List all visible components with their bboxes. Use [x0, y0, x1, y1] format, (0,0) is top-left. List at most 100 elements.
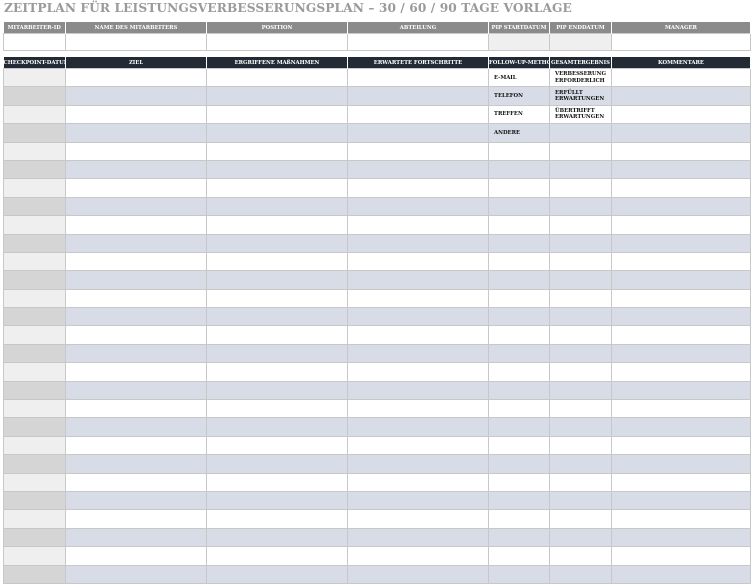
overall-result-cell[interactable] [549, 343, 612, 364]
comments-cell[interactable] [611, 215, 751, 235]
overall-result-cell[interactable] [549, 399, 612, 419]
overall-result-cell[interactable] [549, 288, 612, 309]
overall-result-cell[interactable] [549, 362, 612, 382]
comments-cell[interactable] [611, 399, 751, 419]
department-cell[interactable] [347, 33, 489, 51]
follow-up-method-cell[interactable] [488, 343, 550, 364]
comments-cell[interactable] [611, 67, 751, 88]
follow-up-method-cell[interactable] [488, 178, 550, 198]
follow-up-method-cell[interactable] [488, 141, 550, 161]
comments-cell[interactable] [611, 435, 751, 456]
expected-progress-cell[interactable] [347, 196, 489, 217]
checkpoint-date-cell[interactable] [3, 490, 66, 511]
expected-progress-cell[interactable] [347, 527, 489, 548]
checkpoint-date-cell[interactable] [3, 527, 66, 548]
follow-up-method-cell[interactable] [488, 380, 550, 401]
expected-progress-cell[interactable] [347, 509, 489, 529]
overall-result-cell[interactable] [549, 435, 612, 456]
checkpoint-date-cell[interactable] [3, 564, 66, 584]
overall-result-cell[interactable] [549, 472, 612, 492]
actions-taken-cell[interactable] [206, 454, 348, 474]
expected-progress-cell[interactable] [347, 159, 489, 180]
pip-end-cell[interactable] [549, 33, 612, 51]
checkpoint-date-cell[interactable] [3, 362, 66, 382]
actions-taken-cell[interactable] [206, 564, 348, 584]
checkpoint-date-cell[interactable] [3, 546, 66, 566]
expected-progress-cell[interactable] [347, 251, 489, 272]
actions-taken-cell[interactable] [206, 325, 348, 345]
expected-progress-cell[interactable] [347, 215, 489, 235]
checkpoint-date-cell[interactable] [3, 178, 66, 198]
checkpoint-date-cell[interactable] [3, 215, 66, 235]
expected-progress-cell[interactable] [347, 546, 489, 566]
overall-result-cell[interactable] [549, 454, 612, 474]
goal-cell[interactable] [65, 509, 207, 529]
goal-cell[interactable] [65, 270, 207, 290]
expected-progress-cell[interactable] [347, 454, 489, 474]
actions-taken-cell[interactable] [206, 233, 348, 253]
position-cell[interactable] [206, 33, 348, 51]
expected-progress-cell[interactable] [347, 417, 489, 437]
comments-cell[interactable] [611, 123, 751, 143]
goal-cell[interactable] [65, 196, 207, 217]
employee-name-cell[interactable] [65, 33, 207, 51]
follow-up-method-cell[interactable] [488, 417, 550, 437]
follow-up-method-cell[interactable] [488, 215, 550, 235]
goal-cell[interactable] [65, 251, 207, 272]
checkpoint-date-cell[interactable] [3, 270, 66, 290]
goal-cell[interactable] [65, 159, 207, 180]
follow-up-method-cell[interactable] [488, 564, 550, 584]
expected-progress-cell[interactable] [347, 307, 489, 327]
actions-taken-cell[interactable] [206, 380, 348, 401]
actions-taken-cell[interactable] [206, 527, 348, 548]
overall-result-cell[interactable]: VERBESSERUNG ERFORDERLICH [549, 67, 612, 88]
follow-up-method-cell[interactable]: E-MAIL [488, 67, 550, 88]
checkpoint-date-cell[interactable] [3, 399, 66, 419]
manager-cell[interactable] [611, 33, 751, 51]
follow-up-method-cell[interactable]: TELEFON [488, 86, 550, 106]
comments-cell[interactable] [611, 325, 751, 345]
overall-result-cell[interactable] [549, 417, 612, 437]
follow-up-method-cell[interactable] [488, 435, 550, 456]
overall-result-cell[interactable] [549, 325, 612, 345]
expected-progress-cell[interactable] [347, 564, 489, 584]
actions-taken-cell[interactable] [206, 196, 348, 217]
follow-up-method-cell[interactable] [488, 546, 550, 566]
comments-cell[interactable] [611, 417, 751, 437]
checkpoint-date-cell[interactable] [3, 380, 66, 401]
goal-cell[interactable] [65, 417, 207, 437]
goal-cell[interactable] [65, 215, 207, 235]
goal-cell[interactable] [65, 399, 207, 419]
actions-taken-cell[interactable] [206, 251, 348, 272]
overall-result-cell[interactable] [549, 233, 612, 253]
follow-up-method-cell[interactable] [488, 307, 550, 327]
goal-cell[interactable] [65, 288, 207, 309]
goal-cell[interactable] [65, 362, 207, 382]
comments-cell[interactable] [611, 362, 751, 382]
expected-progress-cell[interactable] [347, 472, 489, 492]
actions-taken-cell[interactable] [206, 288, 348, 309]
follow-up-method-cell[interactable]: ANDERE [488, 123, 550, 143]
comments-cell[interactable] [611, 527, 751, 548]
goal-cell[interactable] [65, 141, 207, 161]
follow-up-method-cell[interactable] [488, 527, 550, 548]
follow-up-method-cell[interactable] [488, 233, 550, 253]
comments-cell[interactable] [611, 196, 751, 217]
actions-taken-cell[interactable] [206, 178, 348, 198]
actions-taken-cell[interactable] [206, 141, 348, 161]
actions-taken-cell[interactable] [206, 362, 348, 382]
actions-taken-cell[interactable] [206, 270, 348, 290]
expected-progress-cell[interactable] [347, 233, 489, 253]
checkpoint-date-cell[interactable] [3, 196, 66, 217]
overall-result-cell[interactable] [549, 159, 612, 180]
pip-start-cell[interactable] [488, 33, 550, 51]
goal-cell[interactable] [65, 472, 207, 492]
follow-up-method-cell[interactable] [488, 196, 550, 217]
actions-taken-cell[interactable] [206, 490, 348, 511]
comments-cell[interactable] [611, 490, 751, 511]
comments-cell[interactable] [611, 141, 751, 161]
checkpoint-date-cell[interactable] [3, 67, 66, 88]
comments-cell[interactable] [611, 472, 751, 492]
overall-result-cell[interactable] [549, 564, 612, 584]
overall-result-cell[interactable] [549, 490, 612, 511]
